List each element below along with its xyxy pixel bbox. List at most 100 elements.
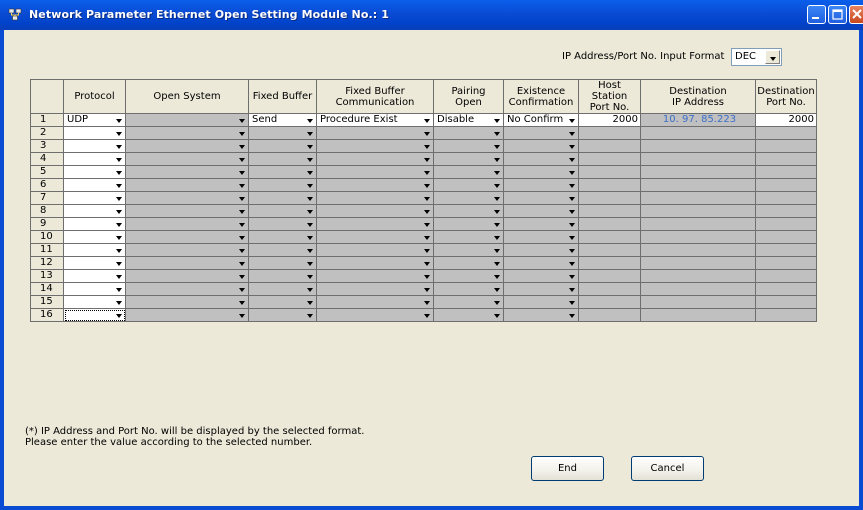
chevron-down-icon[interactable] <box>304 206 315 217</box>
cell-fixed-buffer-communication[interactable] <box>316 243 434 257</box>
cell-existence-confirmation[interactable] <box>503 139 579 153</box>
cell-destination-port[interactable] <box>755 204 817 218</box>
cell-existence-confirmation[interactable] <box>503 243 579 257</box>
chevron-down-icon[interactable] <box>236 141 247 152</box>
chevron-down-icon[interactable] <box>113 154 124 165</box>
cell-destination-ip[interactable] <box>640 204 756 218</box>
cell-protocol[interactable] <box>63 295 126 309</box>
cell-open-system[interactable] <box>125 269 249 283</box>
cell-host-station-port[interactable] <box>578 165 641 179</box>
chevron-down-icon[interactable] <box>236 232 247 243</box>
chevron-down-icon[interactable] <box>566 297 577 308</box>
cell-protocol[interactable] <box>63 152 126 166</box>
cell-protocol[interactable] <box>63 243 126 257</box>
cell-destination-ip[interactable] <box>640 191 756 205</box>
cell-destination-port[interactable] <box>755 165 817 179</box>
chevron-down-icon[interactable] <box>566 206 577 217</box>
cell-existence-confirmation[interactable] <box>503 269 579 283</box>
chevron-down-icon[interactable] <box>566 141 577 152</box>
cell-fixed-buffer-communication[interactable]: Procedure Exist <box>316 113 434 127</box>
cell-open-system[interactable] <box>125 152 249 166</box>
chevron-down-icon[interactable] <box>566 193 577 204</box>
cell-fixed-buffer[interactable] <box>248 178 317 192</box>
chevron-down-icon[interactable] <box>113 167 124 178</box>
cell-fixed-buffer[interactable] <box>248 308 317 322</box>
cell-protocol[interactable] <box>63 191 126 205</box>
cell-host-station-port[interactable] <box>578 256 641 270</box>
chevron-down-icon[interactable] <box>304 219 315 230</box>
chevron-down-icon[interactable] <box>421 310 432 321</box>
chevron-down-icon[interactable] <box>304 167 315 178</box>
chevron-down-icon[interactable] <box>491 180 502 191</box>
cell-open-system[interactable] <box>125 243 249 257</box>
chevron-down-icon[interactable] <box>236 284 247 295</box>
chevron-down-icon[interactable] <box>566 128 577 139</box>
cell-destination-ip[interactable] <box>640 126 756 140</box>
cell-fixed-buffer[interactable] <box>248 191 317 205</box>
cell-existence-confirmation[interactable] <box>503 152 579 166</box>
chevron-down-icon[interactable] <box>304 180 315 191</box>
cell-pairing-open[interactable] <box>433 191 504 205</box>
chevron-down-icon[interactable] <box>421 219 432 230</box>
cell-destination-ip[interactable] <box>640 217 756 231</box>
cell-fixed-buffer[interactable] <box>248 269 317 283</box>
chevron-down-icon[interactable] <box>421 128 432 139</box>
cell-pairing-open[interactable] <box>433 152 504 166</box>
chevron-down-icon[interactable] <box>304 232 315 243</box>
cell-destination-ip[interactable] <box>640 282 756 296</box>
chevron-down-icon[interactable] <box>566 284 577 295</box>
chevron-down-icon[interactable] <box>491 232 502 243</box>
cell-pairing-open[interactable] <box>433 139 504 153</box>
cell-pairing-open[interactable] <box>433 217 504 231</box>
cell-open-system[interactable] <box>125 256 249 270</box>
cell-fixed-buffer-communication[interactable] <box>316 217 434 231</box>
chevron-down-icon[interactable] <box>421 206 432 217</box>
chevron-down-icon[interactable] <box>113 219 124 230</box>
chevron-down-icon[interactable] <box>566 245 577 256</box>
cell-fixed-buffer[interactable] <box>248 204 317 218</box>
chevron-down-icon[interactable] <box>421 232 432 243</box>
maximize-button[interactable] <box>828 5 847 24</box>
cell-fixed-buffer[interactable] <box>248 217 317 231</box>
cell-existence-confirmation[interactable] <box>503 282 579 296</box>
cell-host-station-port[interactable] <box>578 126 641 140</box>
chevron-down-icon[interactable] <box>421 258 432 269</box>
chevron-down-icon[interactable] <box>304 245 315 256</box>
chevron-down-icon[interactable] <box>304 284 315 295</box>
chevron-down-icon[interactable] <box>113 115 124 126</box>
cell-host-station-port[interactable] <box>578 269 641 283</box>
chevron-down-icon[interactable] <box>236 206 247 217</box>
cell-host-station-port[interactable]: 2000 <box>578 113 641 127</box>
cell-destination-ip[interactable] <box>640 295 756 309</box>
chevron-down-icon[interactable] <box>566 154 577 165</box>
cell-host-station-port[interactable] <box>578 217 641 231</box>
chevron-down-icon[interactable] <box>304 271 315 282</box>
cell-fixed-buffer-communication[interactable] <box>316 269 434 283</box>
chevron-down-icon[interactable] <box>566 180 577 191</box>
chevron-down-icon[interactable] <box>566 232 577 243</box>
cell-existence-confirmation[interactable] <box>503 165 579 179</box>
chevron-down-icon[interactable] <box>491 245 502 256</box>
cell-fixed-buffer-communication[interactable] <box>316 295 434 309</box>
chevron-down-icon[interactable] <box>236 115 247 126</box>
cell-fixed-buffer[interactable] <box>248 230 317 244</box>
cell-destination-port[interactable] <box>755 243 817 257</box>
cell-destination-port[interactable] <box>755 191 817 205</box>
cell-destination-port[interactable] <box>755 139 817 153</box>
cell-host-station-port[interactable] <box>578 178 641 192</box>
cell-destination-ip[interactable] <box>640 308 756 322</box>
chevron-down-icon[interactable] <box>113 297 124 308</box>
chevron-down-icon[interactable] <box>113 232 124 243</box>
cell-protocol[interactable] <box>63 217 126 231</box>
chevron-down-icon[interactable] <box>304 297 315 308</box>
cell-destination-port[interactable] <box>755 152 817 166</box>
cell-existence-confirmation[interactable] <box>503 308 579 322</box>
cell-open-system[interactable] <box>125 139 249 153</box>
chevron-down-icon[interactable] <box>236 245 247 256</box>
cell-existence-confirmation[interactable] <box>503 191 579 205</box>
cell-host-station-port[interactable] <box>578 191 641 205</box>
cell-existence-confirmation[interactable] <box>503 295 579 309</box>
cell-destination-ip[interactable]: 10. 97. 85.223 <box>640 113 756 127</box>
chevron-down-icon[interactable] <box>113 284 124 295</box>
chevron-down-icon[interactable] <box>566 271 577 282</box>
